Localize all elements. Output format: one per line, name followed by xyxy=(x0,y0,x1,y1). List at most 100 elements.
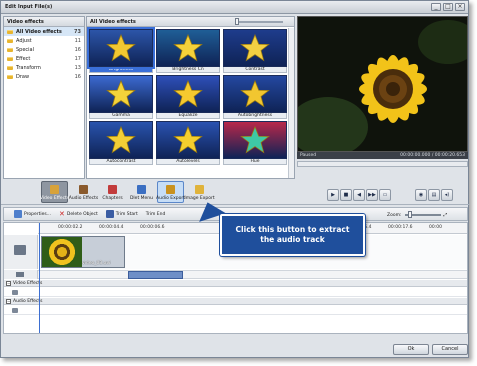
toolbar-icon xyxy=(195,185,204,194)
effects-panel: All Video effects Brightness Brightness C… xyxy=(86,16,295,179)
effects-scrollbar[interactable] xyxy=(288,28,294,178)
audio-icon xyxy=(16,272,24,277)
toolbar-label: Audio Effects xyxy=(68,196,99,201)
effect-tile[interactable]: Hue xyxy=(223,121,287,165)
close-button[interactable]: × xyxy=(455,3,465,11)
category-label: Adjust xyxy=(16,37,32,44)
toolbar-button[interactable]: Image Export xyxy=(184,181,215,203)
effect-tile[interactable]: Autolevels xyxy=(156,121,220,165)
category-panel: Video effects All Video effects 73 Adjust 1… xyxy=(3,16,85,179)
star-icon xyxy=(173,33,203,62)
minimize-button[interactable]: _ xyxy=(431,3,441,11)
effect-tile[interactable]: Autobrightness xyxy=(223,75,287,119)
effect-tile[interactable]: Brightness Cn xyxy=(156,29,220,73)
maximize-button[interactable]: □ xyxy=(443,3,453,11)
cancel-button[interactable]: Cancel xyxy=(432,344,468,355)
film-icon xyxy=(14,245,26,255)
zoom-knob[interactable] xyxy=(407,211,412,218)
folder-icon xyxy=(7,56,13,61)
effect-label: Brightness Cn xyxy=(156,67,220,73)
audio-effects-section[interactable]: − Audio Effects xyxy=(4,298,467,305)
toolbar-icon xyxy=(137,185,146,194)
effect-label: Gamma xyxy=(89,113,153,119)
expand-icon[interactable]: − xyxy=(6,298,11,304)
video-clip[interactable]: video_03.avi xyxy=(41,236,125,268)
effect-thumbnail xyxy=(156,121,220,159)
effect-tile[interactable]: Equalize xyxy=(156,75,220,119)
effect-label: Autolevels xyxy=(156,159,220,165)
effect-tile[interactable]: Gamma xyxy=(89,75,153,119)
effect-label: Brightness xyxy=(89,67,153,73)
thumb-size-slider[interactable] xyxy=(235,18,283,25)
toolbar-button[interactable]: Video Effects xyxy=(40,181,69,203)
zoom-fit-icon[interactable]: ⤢ xyxy=(444,212,448,218)
video-effects-row xyxy=(4,288,467,297)
effect-label: Hue xyxy=(223,159,287,165)
tooltip-callout: Click this button to extract the audio t… xyxy=(220,214,365,256)
trim-start-button[interactable]: Trim Start xyxy=(104,210,140,218)
play-button[interactable]: ▶ xyxy=(327,189,339,201)
toolbar-label: Audio Export xyxy=(156,196,185,201)
category-item[interactable]: Adjust 11 xyxy=(4,36,84,45)
snapshot-icon[interactable]: ◉ xyxy=(415,189,427,201)
effect-label: Autobrightness xyxy=(223,113,287,119)
zoom-slider[interactable] xyxy=(404,211,441,218)
effect-thumbnail xyxy=(87,27,155,69)
effect-tile[interactable]: Brightness xyxy=(87,27,155,73)
category-item[interactable]: Transform 13 xyxy=(4,63,84,72)
toolbar-button[interactable]: Audio Export xyxy=(156,181,185,203)
effect-tile[interactable]: Contrast xyxy=(223,29,287,73)
playhead[interactable] xyxy=(39,223,40,333)
audio-track[interactable] xyxy=(38,270,467,279)
delete-object-button[interactable]: ✕ Delete Object xyxy=(57,210,100,218)
audio-effect-row-icon xyxy=(12,308,18,313)
clip-name: video_03.avi xyxy=(82,261,111,266)
previous-frame-button[interactable]: ◀ xyxy=(353,189,365,201)
properties-button[interactable]: Properties... xyxy=(12,210,53,218)
trim-end-button[interactable]: Trim End xyxy=(144,212,168,217)
toolbar-label: Dlet Menu xyxy=(129,196,154,201)
properties-icon xyxy=(14,210,22,218)
star-icon xyxy=(173,79,203,108)
folder-icon xyxy=(7,74,13,79)
expand-icon[interactable]: − xyxy=(6,280,11,286)
sunflower-frame xyxy=(298,17,467,151)
ruler-tick-label: 00:00:06.6 xyxy=(140,225,165,230)
settings-icon[interactable]: ▤ xyxy=(428,189,440,201)
category-item[interactable]: All Video effects 73 xyxy=(4,27,84,36)
category-item[interactable]: Effect 17 xyxy=(4,54,84,63)
effect-label: Equalize xyxy=(156,113,220,119)
toolbar-icon xyxy=(108,185,117,194)
ruler-tick-label: 00:00:04.4 xyxy=(99,225,124,230)
folder-icon xyxy=(7,47,13,52)
thumb-size-knob[interactable] xyxy=(235,18,239,25)
dialog-footer: Ok Cancel xyxy=(1,341,470,357)
video-track-header xyxy=(4,235,38,269)
next-frame-button[interactable]: ▶▶ xyxy=(366,189,378,201)
star-icon xyxy=(106,79,136,108)
category-label: Effect xyxy=(16,55,31,62)
category-item[interactable]: Draw 16 xyxy=(4,72,84,81)
ruler-tick-label: 00:00:02.2 xyxy=(58,225,83,230)
toolbar-button[interactable]: Dlet Menu xyxy=(128,181,155,203)
ok-button[interactable]: Ok xyxy=(393,344,429,355)
audio-clip[interactable] xyxy=(128,271,183,279)
effect-thumbnail xyxy=(223,29,287,67)
volume-icon[interactable]: ◂) xyxy=(441,189,453,201)
effect-tile[interactable]: Autocontrast xyxy=(89,121,153,165)
seek-bar[interactable] xyxy=(297,161,468,167)
star-icon xyxy=(173,125,203,154)
fullscreen-button[interactable]: ▭ xyxy=(379,189,391,201)
category-label: Special xyxy=(16,46,35,53)
stop-button[interactable]: ■ xyxy=(340,189,352,201)
toolbar-button[interactable]: Chapters xyxy=(99,181,126,203)
window-title: Edit Input File(s) xyxy=(5,4,53,10)
folder-icon xyxy=(7,38,13,43)
video-effects-section[interactable]: − Video Effects xyxy=(4,280,467,287)
clip-thumbnail xyxy=(42,237,82,267)
toolbar-button[interactable]: Audio Effects xyxy=(68,181,99,203)
star-icon xyxy=(106,125,136,154)
trim-end-label: Trim End xyxy=(145,211,166,217)
category-item[interactable]: Special 16 xyxy=(4,45,84,54)
video-effects-section-label: Video Effects xyxy=(13,280,43,286)
